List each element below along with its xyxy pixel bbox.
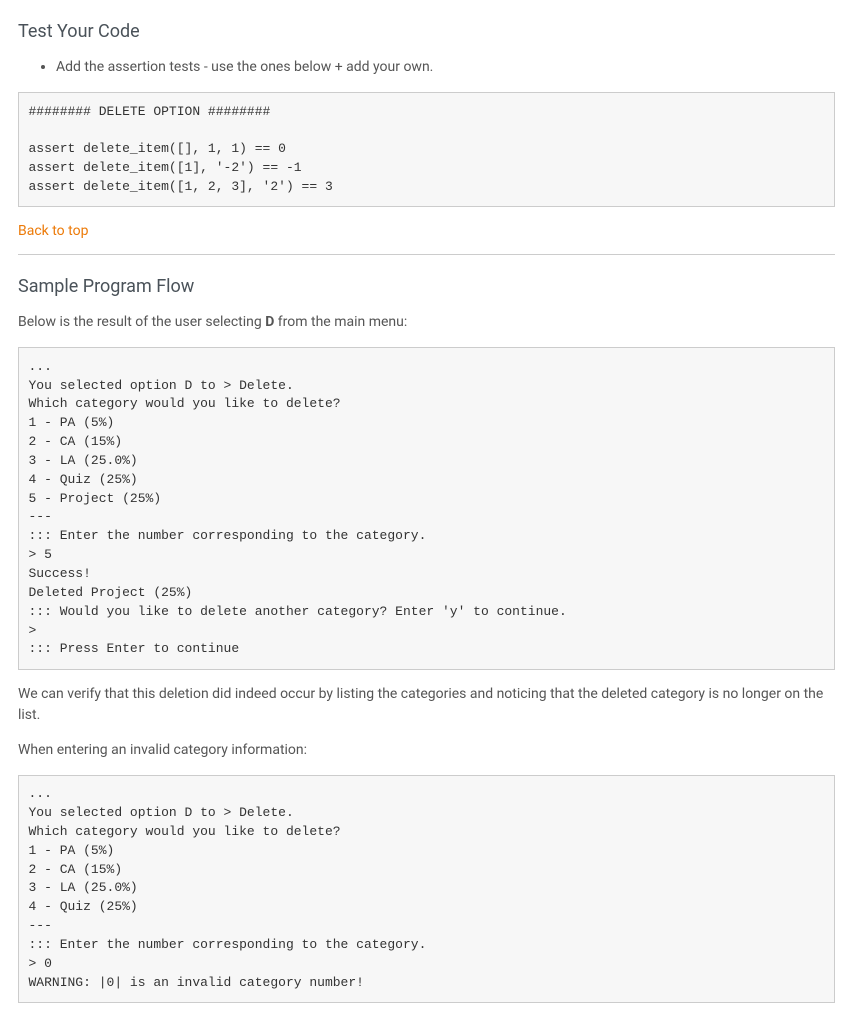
section-divider <box>18 254 835 255</box>
sample-flow-intro: Below is the result of the user selectin… <box>18 312 835 333</box>
intro-text-post: from the main menu: <box>274 314 407 330</box>
test-your-code-heading: Test Your Code <box>18 18 835 45</box>
sample-flow-code-1: ... You selected option D to > Delete. W… <box>18 347 835 670</box>
intro-text-pre: Below is the result of the user selectin… <box>18 314 265 330</box>
delete-option-code-block: ######## DELETE OPTION ######## assert d… <box>18 92 835 207</box>
verify-deletion-text: We can verify that this deletion did ind… <box>18 684 835 726</box>
assertion-bullet-list: Add the assertion tests - use the ones b… <box>18 57 835 78</box>
sample-flow-code-2: ... You selected option D to > Delete. W… <box>18 775 835 1003</box>
back-to-top-link[interactable]: Back to top <box>18 221 88 242</box>
intro-bold-D: D <box>265 314 274 330</box>
invalid-entry-text: When entering an invalid category inform… <box>18 740 835 761</box>
sample-flow-heading: Sample Program Flow <box>18 273 835 300</box>
assertion-bullet-item: Add the assertion tests - use the ones b… <box>56 57 835 78</box>
